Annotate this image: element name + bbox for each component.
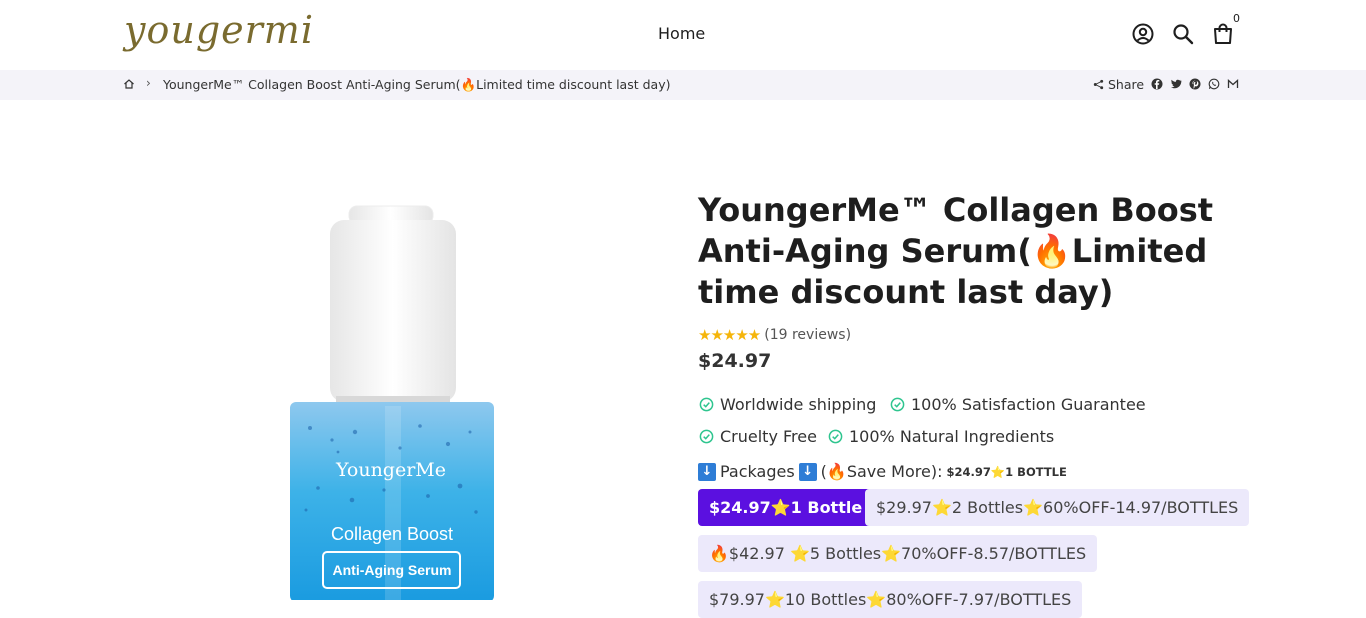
pinterest-icon[interactable] (1189, 78, 1201, 90)
packages-label-text: Packages (720, 462, 795, 481)
nav-home-link[interactable]: Home (658, 24, 705, 43)
product-image-sub: Anti-Aging Serum (333, 562, 452, 578)
down-arrow-icon: ↓ (798, 462, 817, 481)
whatsapp-icon[interactable] (1208, 78, 1220, 90)
package-option-5-bottles[interactable]: 🔥$42.97 ⭐5 Bottles⭐70%OFF-8.57/BOTTLES (698, 535, 1098, 572)
check-circle-icon (699, 397, 714, 412)
feature-item: 100% Satisfaction Guarantee (890, 395, 1146, 414)
feature-label: 100% Satisfaction Guarantee (911, 395, 1146, 414)
breadcrumb-separator-icon: › (146, 76, 151, 90)
feature-label: Cruelty Free (720, 427, 817, 446)
site-logo[interactable]: yougermi (124, 8, 314, 52)
account-icon[interactable] (1131, 22, 1155, 46)
share-button[interactable]: Share (1093, 77, 1144, 92)
check-circle-icon (890, 397, 905, 412)
share-icon (1093, 79, 1104, 90)
product-price: $24.97 (698, 350, 772, 372)
cart-count-badge: 0 (1233, 12, 1240, 25)
share-icons (1151, 78, 1239, 90)
feature-item: 100% Natural Ingredients (828, 427, 1054, 446)
down-arrow-icon: ↓ (698, 462, 716, 481)
breadcrumb-bar: › YoungerMe™ Collagen Boost Anti-Aging S… (0, 70, 1366, 100)
feature-item: Cruelty Free (699, 427, 817, 446)
email-icon[interactable] (1227, 78, 1239, 90)
breadcrumb-current: YoungerMe™ Collagen Boost Anti-Aging Ser… (163, 77, 671, 92)
product-image-brand: YoungerMe (335, 459, 446, 481)
feature-label: Worldwide shipping (720, 395, 877, 414)
package-option-2-bottles[interactable]: $29.97⭐2 Bottles⭐60%OFF-14.97/BOTTLES (865, 489, 1250, 526)
twitter-icon[interactable] (1170, 78, 1182, 90)
share-label: Share (1108, 77, 1145, 92)
product-rating[interactable]: ★★★★★ (19 reviews) (698, 326, 851, 344)
check-circle-icon (699, 429, 714, 444)
home-icon[interactable] (123, 78, 135, 90)
search-icon[interactable] (1171, 22, 1195, 46)
package-option-1-bottle[interactable]: $24.97⭐1 Bottle (698, 489, 874, 526)
packages-label-suffix: (🔥Save More): (820, 462, 943, 481)
cart-icon[interactable] (1211, 22, 1235, 46)
check-circle-icon (828, 429, 843, 444)
reviews-count[interactable]: (19 reviews) (764, 327, 851, 343)
product-title: YoungerMe™ Collagen Boost Anti-Aging Ser… (698, 191, 1214, 311)
packages-label: ↓ Packages ↓ (🔥Save More): $24.97⭐1 BOTT… (698, 462, 1067, 481)
feature-item: Worldwide shipping (699, 395, 876, 414)
rating-stars-icon: ★★★★★ (698, 326, 761, 344)
feature-label: 100% Natural Ingredients (849, 427, 1055, 446)
facebook-icon[interactable] (1151, 78, 1163, 90)
site-header: yougermi Home 0 (0, 0, 1366, 70)
packages-selected-value: $24.97⭐1 BOTTLE (946, 464, 1067, 479)
product-image[interactable]: YoungerMe Collagen Boost Anti-Aging Seru… (280, 200, 510, 600)
product-image-line: Collagen Boost (331, 524, 453, 544)
